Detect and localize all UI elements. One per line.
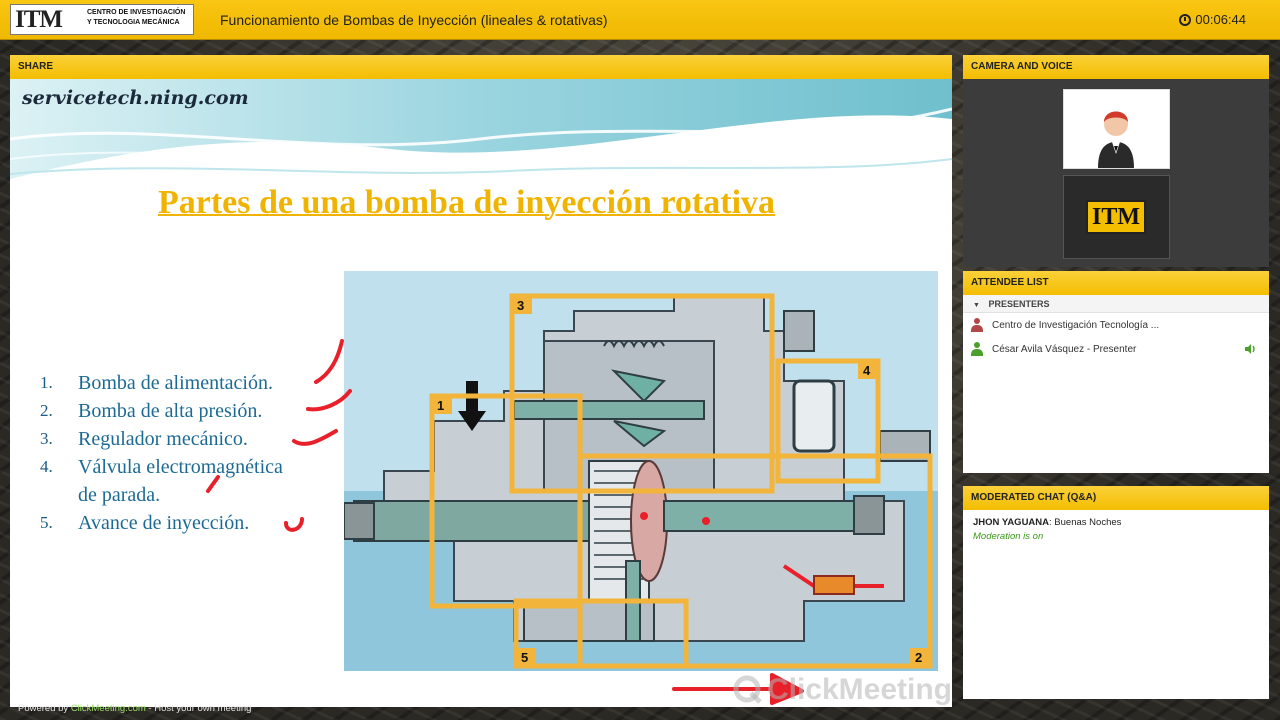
meeting-timer: 00:06:44 [1179,12,1246,27]
list-item: 2. Bomba de alta presión. [40,400,263,422]
chat-message: JHON YAGUANA: Buenas Noches [973,516,1259,530]
caret-down-icon: ▼ [973,302,980,309]
logo-text: CENTRO DE INVESTIGACIÓN Y TECNOLOGIA MEC… [87,9,186,26]
camera-itm-logo: ITM [1086,200,1146,234]
camera-panel: CAMERA AND VOICE ITM [963,55,1269,267]
list-item: 4. Válvula electromagnética [40,456,283,478]
share-panel: SHARE servicetech.ning.com Partes de una… [10,55,952,707]
slide-title: Partes de una bomba de inyección rotativ… [158,184,776,221]
clickmeeting-watermark: ClickMeeting [733,673,952,707]
camera-header: CAMERA AND VOICE [963,55,1269,79]
presenters-group[interactable]: ▼ PRESENTERS [963,295,1269,313]
diagram-label-4: 4 [863,363,871,378]
share-header: SHARE [10,55,952,79]
speaker-icon [1245,344,1255,354]
timer-value: 00:06:44 [1195,12,1246,27]
chat-panel: MODERATED CHAT (Q&A) JHON YAGUANA: Buena… [963,486,1269,699]
clickmeeting-logo-icon [733,675,762,704]
attendee-row[interactable]: César Avila Vásquez - Presenter [963,337,1269,361]
shared-slide: servicetech.ning.com Partes de una bomba… [10,79,952,707]
diagram-label-2: 2 [915,650,922,665]
meeting-title: Funcionamiento de Bombas de Inyección (l… [220,12,608,28]
top-bar: ITM CENTRO DE INVESTIGACIÓN Y TECNOLOGIA… [0,0,1280,40]
list-item: 1. Bomba de alimentación. [40,372,273,394]
organizer-logo-feed[interactable]: ITM [1063,175,1170,259]
slide-url: servicetech.ning.com [22,87,249,109]
attendee-panel: ATTENDEE LIST ▼ PRESENTERS Centro de Inv… [963,271,1269,473]
itm-logo: ITM CENTRO DE INVESTIGACIÓN Y TECNOLOGIA… [10,4,194,35]
clock-icon [1179,13,1192,26]
camera-feeds: ITM [963,79,1269,267]
clickmeeting-link[interactable]: ClickMeeting.com [71,703,146,714]
diagram-label-1: 1 [437,398,444,413]
attendee-name: César Avila Vásquez - Presenter [992,343,1137,355]
diagram-label-3: 3 [517,298,524,313]
person-icon [971,342,983,356]
person-icon [971,318,983,332]
footer: Powered by ClickMeeting.com - Host your … [18,703,252,714]
injection-pump-diagram: 1 2 3 4 5 [344,271,938,671]
logo-mark: ITM [15,6,63,33]
chat-text: : Buenas Noches [1049,517,1122,528]
list-item: 5. Avance de inyección. [40,512,250,534]
presenter-avatar[interactable] [1063,89,1170,169]
list-item: 3. Regulador mecánico. [40,428,248,450]
diagram-label-5: 5 [521,650,528,665]
parts-list: 1. Bomba de alimentación. 2. Bomba de alta… [40,369,360,537]
moderation-status: Moderation is on [973,531,1044,542]
attendee-name: Centro de Investigación Tecnología ... [992,319,1160,331]
attendee-header: ATTENDEE LIST [963,271,1269,295]
chat-sender: JHON YAGUANA [973,517,1050,528]
attendee-row[interactable]: Centro de Investigación Tecnología ... [963,313,1269,337]
list-item: de parada. [78,484,161,506]
chat-header: MODERATED CHAT (Q&A) [963,486,1269,510]
avatar-icon [1064,90,1169,168]
chat-messages: JHON YAGUANA: Buenas Noches Moderation i… [963,510,1269,550]
